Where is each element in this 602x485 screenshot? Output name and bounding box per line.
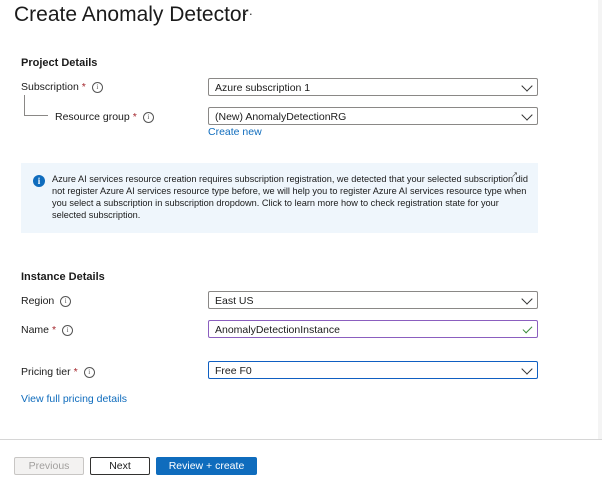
region-dropdown[interactable]: East US	[208, 291, 538, 309]
banner-text: Azure AI services resource creation requ…	[52, 174, 528, 220]
footer-divider	[0, 439, 602, 440]
required-marker: *	[132, 111, 137, 123]
resource-group-label: Resource group * i	[55, 111, 154, 123]
resource-group-dropdown[interactable]: (New) AnomalyDetectionRG	[208, 107, 538, 125]
view-pricing-link[interactable]: View full pricing details	[21, 393, 127, 405]
name-input[interactable]: AnomalyDetectionInstance	[208, 320, 538, 338]
region-label: Region i	[21, 295, 72, 307]
previous-button[interactable]: Previous	[14, 457, 84, 475]
required-marker: *	[81, 81, 86, 93]
pricing-tier-value: Free F0	[215, 365, 252, 377]
region-value: East US	[215, 295, 254, 307]
pricing-tier-dropdown[interactable]: Free F0	[208, 361, 538, 379]
info-icon[interactable]: i	[62, 325, 74, 336]
info-banner[interactable]: i Azure AI services resource creation re…	[21, 163, 538, 233]
pricing-tier-label-text: Pricing tier	[21, 366, 71, 378]
chevron-down-icon	[521, 109, 533, 121]
instance-details-heading: Instance Details	[21, 271, 105, 283]
resource-group-value: (New) AnomalyDetectionRG	[215, 111, 347, 123]
info-icon[interactable]: i	[91, 82, 103, 93]
subscription-value: Azure subscription 1	[215, 82, 311, 94]
tree-connector-horizontal	[24, 115, 48, 116]
external-link-icon: ↗	[511, 170, 518, 179]
required-marker: *	[73, 366, 78, 378]
name-value: AnomalyDetectionInstance	[215, 324, 340, 336]
next-button[interactable]: Next	[90, 457, 150, 475]
subscription-label: Subscription * i	[21, 81, 103, 93]
chevron-down-icon	[521, 293, 533, 305]
tree-connector-vertical	[24, 95, 25, 115]
subscription-dropdown[interactable]: Azure subscription 1	[208, 78, 538, 96]
page-title: Create Anomaly Detector	[14, 3, 249, 26]
info-icon[interactable]: i	[60, 296, 72, 307]
create-new-link[interactable]: Create new	[208, 126, 262, 138]
checkmark-icon	[522, 323, 533, 334]
name-label-text: Name	[21, 324, 50, 336]
resource-group-label-text: Resource group	[55, 111, 130, 123]
info-icon[interactable]: i	[142, 112, 154, 123]
chevron-down-icon	[521, 363, 533, 375]
required-marker: *	[52, 324, 57, 336]
scrollbar-track[interactable]	[598, 0, 602, 440]
region-label-text: Region	[21, 295, 55, 307]
chevron-down-icon	[521, 80, 533, 92]
project-details-heading: Project Details	[21, 57, 98, 69]
review-create-button[interactable]: Review + create	[156, 457, 257, 475]
pricing-tier-label: Pricing tier * i	[21, 366, 95, 378]
name-label: Name * i	[21, 324, 74, 336]
info-icon[interactable]: i	[83, 367, 95, 378]
more-options-icon[interactable]: ···	[238, 6, 254, 21]
subscription-label-text: Subscription	[21, 81, 79, 93]
info-icon: i	[33, 175, 45, 187]
